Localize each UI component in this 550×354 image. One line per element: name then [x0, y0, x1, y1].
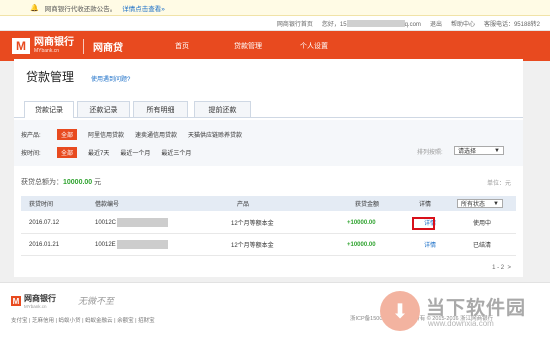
footer-logo-text: 网商银行 — [24, 294, 56, 303]
mybank-logo-icon: M — [11, 296, 21, 306]
row-product: 12个月等额本金 — [231, 221, 274, 227]
watermark-url: www.downxia.com — [428, 319, 494, 328]
site-watermark: ⬇ 当下软件园 www.downxia.com — [380, 289, 550, 353]
status-filter-select[interactable]: 所有状态 ▼ — [457, 199, 503, 208]
time-filter-label: 按时间: — [21, 151, 41, 157]
product-name: 网商贷 — [93, 42, 123, 54]
col-loan-id: 借款编号 — [95, 202, 120, 208]
footer-link-alipay[interactable]: 支付宝 — [11, 318, 28, 324]
product-filter-row: 按产品: 全部 阿里信用贷款 速卖通信用贷款 天猫供应链赊养贷款 — [21, 129, 242, 140]
tab-all-details[interactable]: 所有明细 — [133, 101, 188, 117]
tab-early-repayment[interactable]: 提前还款 — [194, 101, 251, 117]
announcement-bar: 🔔 网商银行代收还款公告。 详情点击查看» — [0, 0, 550, 16]
table-header: 获贷时间 借款编号 产品 获贷金额 详情 所有状态 ▼ — [21, 196, 516, 211]
loan-total-amount: 10000.00 — [63, 179, 93, 186]
main-nav: 首页 贷款管理 个人设置 — [149, 41, 347, 51]
nav-home[interactable]: 首页 — [149, 41, 215, 51]
sort-label: 排列按照: — [417, 150, 443, 156]
tab-loan-records[interactable]: 贷款记录 — [24, 101, 74, 118]
page-title: 贷款管理 — [26, 70, 75, 84]
footer-link-antcloud[interactable]: 蚂蚁金融云 — [85, 318, 113, 324]
watermark-logo-icon: ⬇ — [380, 291, 420, 331]
row-loan-id: 10012C — [95, 212, 169, 233]
footer-logo-sub: MYbank.cn — [24, 304, 47, 309]
highlight-box — [412, 217, 435, 230]
sort-select[interactable]: 请选择 ▼ — [454, 146, 504, 155]
help-link[interactable]: 使用遇到问题? — [91, 74, 130, 83]
sort-select-value: 请选择 — [458, 149, 477, 155]
row-date: 2016.01.21 — [29, 241, 60, 248]
time-option-1month[interactable]: 最近一个月 — [120, 148, 150, 157]
loan-total: 获贷总额为：10000.00 元 — [21, 179, 102, 186]
logo-subtext: MYbank.cn — [34, 48, 60, 54]
masked-id — [117, 218, 169, 227]
main-header: M 网商银行 MYbank.cn 网商贷 首页 贷款管理 个人设置 — [0, 31, 550, 61]
watermark-name: 当下软件园 — [426, 298, 527, 319]
col-date: 获贷时间 — [29, 202, 54, 208]
table-row: 2016.07.12 10012C 12个月等额本金 +10000.00 详情 … — [21, 212, 516, 234]
masked-account — [346, 20, 405, 28]
row-amount: +10000.00 — [347, 219, 376, 226]
footer-link-zhima[interactable]: 芝麻信用 — [32, 318, 54, 324]
row-amount: +10000.00 — [347, 241, 376, 248]
loan-management-panel: 贷款管理 使用遇到问题? 贷款记录 还款记录 所有明细 提前还款 按产品: 全部… — [14, 59, 523, 277]
footer-logo[interactable]: M 网商银行 MYbank.cn — [11, 293, 56, 309]
tab-repayment-records[interactable]: 还款记录 — [77, 101, 130, 117]
hotline-text: 客服电话：95188转2 — [483, 21, 540, 28]
row-date: 2016.07.12 — [29, 219, 60, 226]
bell-icon: 🔔 — [30, 4, 39, 12]
row-status: 已结清 — [473, 243, 492, 249]
help-center-link[interactable]: 帮助中心 — [451, 19, 475, 28]
announcement-link[interactable]: 详情点击查看» — [122, 3, 165, 13]
footer-slogan: 无微不至 — [78, 296, 115, 306]
pagination[interactable]: 1 - 2 > — [492, 265, 511, 271]
product-option-2[interactable]: 速卖通信用贷款 — [135, 130, 177, 139]
product-option-1[interactable]: 阿里信用贷款 — [88, 130, 124, 139]
unit-label: 单位：元 — [486, 181, 511, 187]
product-filter-all[interactable]: 全部 — [57, 129, 78, 140]
footer-link-antloan[interactable]: 蚂蚁小贷 — [59, 318, 81, 324]
time-option-7days[interactable]: 最近7天 — [88, 148, 109, 157]
logo-text: 网商银行 — [34, 37, 74, 48]
tab-bar: 贷款记录 还款记录 所有明细 提前还款 — [14, 101, 523, 118]
dropdown-arrow-icon: ▼ — [493, 200, 499, 207]
col-product: 产品 — [237, 202, 250, 208]
footer-link-zhaocaibao[interactable]: 招财宝 — [138, 318, 155, 324]
nav-loan-management[interactable]: 贷款管理 — [215, 41, 281, 51]
time-option-3months[interactable]: 最近三个月 — [161, 148, 191, 157]
col-detail: 详情 — [419, 202, 432, 208]
product-option-3[interactable]: 天猫供应链赊养贷款 — [188, 130, 242, 139]
footer-link-yuebao[interactable]: 余额宝 — [117, 318, 134, 324]
footer-links: 支付宝 | 芝麻信用 | 蚂蚁小贷 | 蚂蚁金融云 | 余额宝 | 招财宝 — [11, 318, 155, 324]
row-product: 12个月等额本金 — [231, 243, 274, 249]
top-utility-bar: 网商银行首页 您好，15 q.com 退出 帮助中心 客服电话：95188转2 — [0, 16, 550, 31]
brand-logo[interactable]: M 网商银行 MYbank.cn 网商贷 — [12, 38, 123, 54]
announcement-text: 网商银行代收还款公告。 — [44, 5, 117, 13]
product-filter-label: 按产品: — [21, 133, 41, 139]
logo-divider — [83, 38, 84, 54]
col-amount: 获贷金额 — [355, 202, 380, 208]
row-status: 使用中 — [473, 221, 492, 227]
mybank-logo-icon: M — [12, 38, 30, 54]
logout-link[interactable]: 退出 — [430, 19, 442, 28]
masked-id — [116, 240, 168, 249]
table-row: 2016.01.21 10012E 12个月等额本金 +10000.00 详情 … — [21, 234, 516, 256]
dropdown-arrow-icon: ▼ — [494, 147, 500, 154]
bank-home-link[interactable]: 网商银行首页 — [277, 19, 313, 28]
time-filter-all[interactable]: 全部 — [57, 147, 78, 158]
account-greeting: 您好，15 q.com — [321, 20, 421, 28]
nav-personal-settings[interactable]: 个人设置 — [281, 41, 347, 51]
row-loan-id: 10012E — [95, 234, 168, 255]
filter-panel: 按产品: 全部 阿里信用贷款 速卖通信用贷款 天猫供应链赊养贷款 按时间: 全部… — [14, 120, 523, 166]
time-filter-row: 按时间: 全部 最近7天 最近一个月 最近三个月 — [21, 147, 191, 158]
row-detail-link[interactable]: 详情 — [424, 234, 436, 255]
status-filter-value: 所有状态 — [461, 202, 486, 208]
